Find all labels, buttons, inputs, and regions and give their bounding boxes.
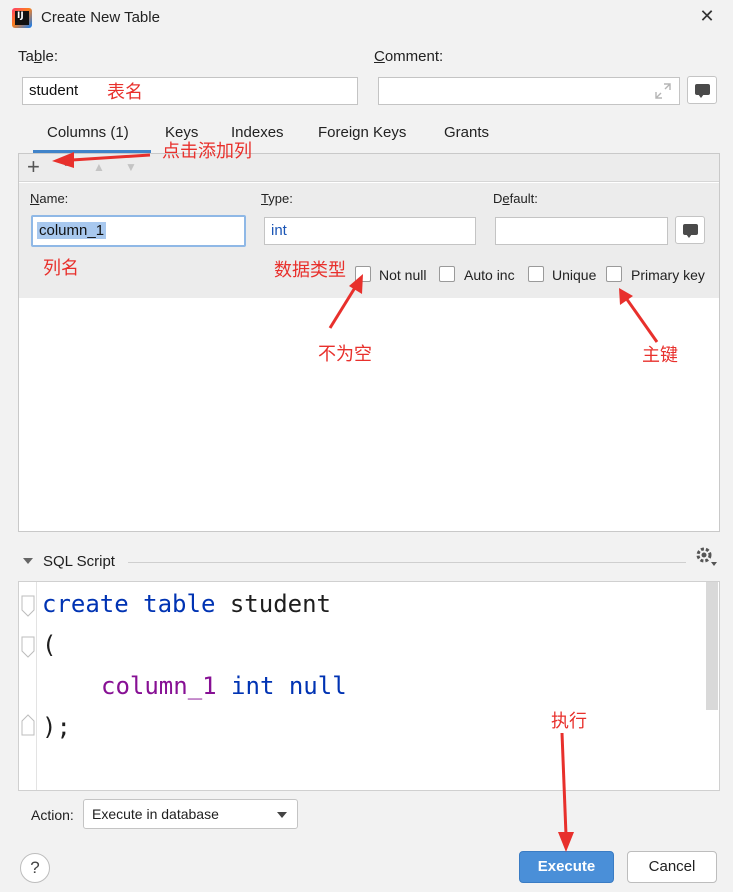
cancel-button[interactable]: Cancel — [627, 851, 717, 883]
action-label: Action: — [31, 807, 74, 823]
tab-foreign-keys[interactable]: Foreign Keys — [318, 124, 406, 141]
column-default-input[interactable] — [495, 217, 668, 245]
column-name-label: Name: — [30, 191, 69, 206]
close-icon[interactable]: ✕ — [697, 6, 717, 26]
comment-label: Comment: — [374, 48, 444, 65]
annotation-add-column: 点击添加列 — [162, 141, 252, 162]
comment-bubble-icon — [683, 224, 698, 238]
action-select-value: Execute in database — [92, 806, 219, 822]
auto-inc-label: Auto inc — [464, 267, 515, 283]
gear-icon[interactable] — [694, 545, 718, 567]
annotation-execute: 执行 — [551, 711, 587, 732]
annotation-column-name: 列名 — [43, 258, 79, 279]
collapse-triangle-icon[interactable] — [22, 556, 34, 566]
sql-line-4: ); — [42, 713, 71, 741]
comment-input[interactable] — [378, 77, 680, 105]
annotation-not-null: 不为空 — [318, 344, 372, 365]
primary-key-checkbox[interactable] — [606, 266, 622, 282]
column-name-value: column_1 — [37, 222, 107, 239]
move-down-icon[interactable]: ▼ — [125, 160, 137, 174]
window-title: Create New Table — [41, 9, 160, 26]
auto-inc-checkbox[interactable] — [439, 266, 455, 282]
sql-line-2: ( — [42, 631, 57, 659]
comment-bubble-button[interactable] — [687, 76, 717, 104]
sql-line-1: create table student — [42, 590, 331, 618]
tab-columns[interactable]: Columns (1) — [47, 124, 129, 141]
fold-marker-icon[interactable] — [21, 714, 35, 736]
fold-marker-icon[interactable] — [21, 636, 35, 658]
primary-key-label: Primary key — [631, 267, 705, 283]
divider — [128, 562, 686, 563]
sql-line-3: column_1 int null — [101, 672, 347, 700]
unique-checkbox[interactable] — [528, 266, 544, 282]
not-null-checkbox[interactable] — [355, 266, 371, 282]
annotation-data-type: 数据类型 — [274, 260, 346, 281]
chevron-down-icon — [277, 812, 287, 818]
table-label: Table: — [18, 48, 59, 65]
unique-label: Unique — [552, 267, 597, 283]
sql-script-header[interactable]: SQL Script — [43, 553, 115, 570]
fold-marker-icon[interactable] — [21, 595, 35, 617]
not-null-label: Not null — [379, 267, 427, 283]
execute-button[interactable]: Execute — [519, 851, 614, 883]
column-default-label: Default: — [493, 191, 538, 206]
add-column-icon[interactable]: + — [27, 154, 40, 180]
action-select[interactable]: Execute in database — [83, 799, 298, 829]
sql-scrollbar[interactable] — [706, 582, 718, 710]
remove-column-icon[interactable]: − — [64, 155, 75, 176]
comment-bubble-icon — [695, 84, 710, 98]
columns-toolbar — [19, 154, 719, 182]
column-type-input[interactable]: int — [264, 217, 476, 245]
table-name-input[interactable]: student — [22, 77, 358, 105]
column-type-label: Type: — [261, 191, 293, 206]
move-up-icon[interactable]: ▲ — [93, 160, 105, 174]
annotation-table-name: 表名 — [107, 82, 143, 103]
annotation-primary-key: 主键 — [642, 345, 678, 366]
help-button[interactable]: ? — [20, 853, 50, 883]
default-comment-button[interactable] — [675, 216, 705, 244]
expand-icon[interactable] — [654, 82, 672, 100]
column-name-input[interactable]: column_1 — [31, 215, 246, 247]
tab-grants[interactable]: Grants — [444, 124, 489, 141]
app-icon: IJ — [12, 8, 32, 28]
